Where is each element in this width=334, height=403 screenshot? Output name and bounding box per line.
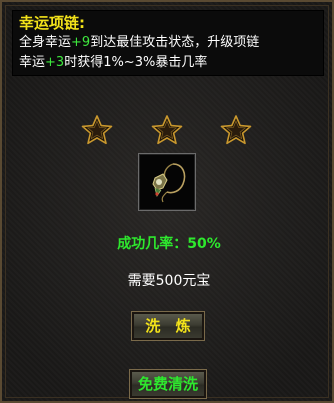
cost-label: 需要500元宝 [127, 273, 211, 289]
description-line2-suffix: 时获得1%~3%暴击几率 [64, 55, 208, 70]
success-rate: 成功几率：50% [117, 236, 221, 252]
necklace-icon [152, 163, 186, 203]
description-line1-prefix: 全身幸运 [19, 35, 72, 50]
refine-panel: 幸运项链: 全身幸运+9到达最佳攻击状态，升级项链 幸运+3时获得1%~3%暴击… [0, 0, 334, 403]
star-icon [220, 115, 252, 145]
star-icon [81, 115, 113, 145]
description-line2-value: +3 [45, 55, 65, 70]
wash-button[interactable]: 洗 炼 [131, 311, 205, 341]
item-slot[interactable] [138, 153, 196, 211]
free-clean-button[interactable]: 免费清洗 [129, 369, 207, 399]
item-description-line-1: 全身幸运+9到达最佳攻击状态，升级项链 [19, 33, 317, 53]
description-line1-suffix: 到达最佳攻击状态，升级项链 [90, 35, 260, 50]
description-line2-prefix: 幸运 [19, 55, 46, 70]
item-description-box: 幸运项链: 全身幸运+9到达最佳攻击状态，升级项链 幸运+3时获得1%~3%暴击… [12, 10, 324, 76]
description-line1-value: +9 [71, 35, 91, 50]
item-description-title: 幸运项链: [19, 14, 85, 32]
star-icon [151, 115, 183, 145]
star-rating [2, 114, 332, 148]
item-description-line-2: 幸运+3时获得1%~3%暴击几率 [19, 53, 317, 73]
